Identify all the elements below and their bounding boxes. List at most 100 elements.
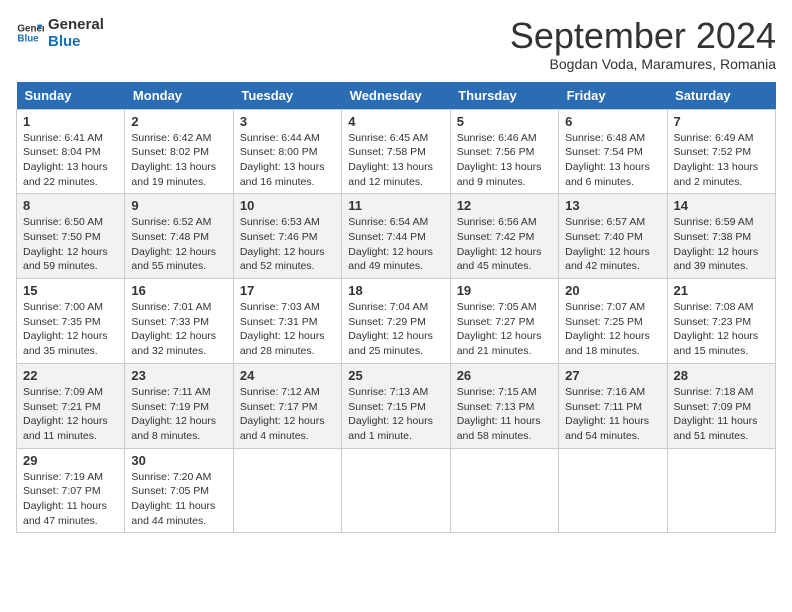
- weekday-sunday: Sunday: [17, 82, 125, 110]
- calendar-title: September 2024: [510, 16, 776, 56]
- day-number: 23: [131, 368, 226, 383]
- day-number: 25: [348, 368, 443, 383]
- day-cell: 7 Sunrise: 6:49 AM Sunset: 7:52 PM Daylig…: [667, 109, 775, 194]
- day-info: Sunrise: 7:03 AM Sunset: 7:31 PM Dayligh…: [240, 300, 335, 359]
- day-number: 28: [674, 368, 769, 383]
- day-cell: 29Sunrise: 7:19 AM Sunset: 7:07 PM Dayli…: [17, 448, 125, 533]
- day-number: 7: [674, 114, 769, 129]
- day-info: Sunrise: 6:56 AM Sunset: 7:42 PM Dayligh…: [457, 215, 552, 274]
- day-number: 22: [23, 368, 118, 383]
- day-number: 2: [131, 114, 226, 129]
- day-info: Sunrise: 7:05 AM Sunset: 7:27 PM Dayligh…: [457, 300, 552, 359]
- header: General Blue General Blue September 2024…: [16, 16, 776, 72]
- day-cell: 18 Sunrise: 7:04 AM Sunset: 7:29 PM Dayli…: [342, 279, 450, 364]
- day-cell: 21 Sunrise: 7:08 AM Sunset: 7:23 PM Dayli…: [667, 279, 775, 364]
- weekday-tuesday: Tuesday: [233, 82, 341, 110]
- day-cell: 28 Sunrise: 7:18 AM Sunset: 7:09 PM Dayli…: [667, 363, 775, 448]
- day-cell: 27 Sunrise: 7:16 AM Sunset: 7:11 PM Dayli…: [559, 363, 667, 448]
- day-cell: 3Sunrise: 6:44 AM Sunset: 8:00 PM Daylig…: [233, 109, 341, 194]
- day-cell: 26Sunrise: 7:15 AM Sunset: 7:13 PM Dayli…: [450, 363, 558, 448]
- day-cell: 5Sunrise: 6:46 AM Sunset: 7:56 PM Daylig…: [450, 109, 558, 194]
- day-info: Sunrise: 7:07 AM Sunset: 7:25 PM Dayligh…: [565, 300, 660, 359]
- day-info: Sunrise: 7:12 AM Sunset: 7:17 PM Dayligh…: [240, 385, 335, 444]
- calendar-table: SundayMondayTuesdayWednesdayThursdayFrid…: [16, 82, 776, 534]
- day-number: 21: [674, 283, 769, 298]
- day-info: Sunrise: 7:20 AM Sunset: 7:05 PM Dayligh…: [131, 470, 226, 529]
- calendar-subtitle: Bogdan Voda, Maramures, Romania: [510, 56, 776, 72]
- weekday-header-row: SundayMondayTuesdayWednesdayThursdayFrid…: [17, 82, 776, 110]
- day-cell: 19Sunrise: 7:05 AM Sunset: 7:27 PM Dayli…: [450, 279, 558, 364]
- day-number: 10: [240, 198, 335, 213]
- day-cell: [559, 448, 667, 533]
- weekday-monday: Monday: [125, 82, 233, 110]
- day-info: Sunrise: 6:53 AM Sunset: 7:46 PM Dayligh…: [240, 215, 335, 274]
- title-area: September 2024 Bogdan Voda, Maramures, R…: [510, 16, 776, 72]
- day-cell: 1 Sunrise: 6:41 AM Sunset: 8:04 PM Daylig…: [17, 109, 125, 194]
- logo-line1: General: [48, 16, 104, 33]
- day-cell: 23Sunrise: 7:11 AM Sunset: 7:19 PM Dayli…: [125, 363, 233, 448]
- day-cell: [342, 448, 450, 533]
- day-cell: 14 Sunrise: 6:59 AM Sunset: 7:38 PM Dayli…: [667, 194, 775, 279]
- day-number: 11: [348, 198, 443, 213]
- day-cell: 8Sunrise: 6:50 AM Sunset: 7:50 PM Daylig…: [17, 194, 125, 279]
- day-info: Sunrise: 6:48 AM Sunset: 7:54 PM Dayligh…: [565, 131, 660, 190]
- day-number: 17: [240, 283, 335, 298]
- day-number: 24: [240, 368, 335, 383]
- day-cell: [450, 448, 558, 533]
- day-info: Sunrise: 7:04 AM Sunset: 7:29 PM Dayligh…: [348, 300, 443, 359]
- day-number: 30: [131, 453, 226, 468]
- day-cell: 12 Sunrise: 6:56 AM Sunset: 7:42 PM Dayli…: [450, 194, 558, 279]
- day-number: 16: [131, 283, 226, 298]
- day-info: Sunrise: 7:15 AM Sunset: 7:13 PM Dayligh…: [457, 385, 552, 444]
- day-info: Sunrise: 6:54 AM Sunset: 7:44 PM Dayligh…: [348, 215, 443, 274]
- day-info: Sunrise: 6:46 AM Sunset: 7:56 PM Dayligh…: [457, 131, 552, 190]
- day-cell: 6Sunrise: 6:48 AM Sunset: 7:54 PM Daylig…: [559, 109, 667, 194]
- day-cell: 15Sunrise: 7:00 AM Sunset: 7:35 PM Dayli…: [17, 279, 125, 364]
- week-row-3: 15Sunrise: 7:00 AM Sunset: 7:35 PM Dayli…: [17, 279, 776, 364]
- weekday-thursday: Thursday: [450, 82, 558, 110]
- day-info: Sunrise: 6:42 AM Sunset: 8:02 PM Dayligh…: [131, 131, 226, 190]
- week-row-5: 29Sunrise: 7:19 AM Sunset: 7:07 PM Dayli…: [17, 448, 776, 533]
- logo-icon: General Blue: [16, 19, 44, 47]
- logo: General Blue General Blue: [16, 16, 104, 50]
- day-number: 14: [674, 198, 769, 213]
- day-info: Sunrise: 7:09 AM Sunset: 7:21 PM Dayligh…: [23, 385, 118, 444]
- day-cell: 9 Sunrise: 6:52 AM Sunset: 7:48 PM Daylig…: [125, 194, 233, 279]
- calendar-body: 1 Sunrise: 6:41 AM Sunset: 8:04 PM Daylig…: [17, 109, 776, 533]
- day-info: Sunrise: 7:01 AM Sunset: 7:33 PM Dayligh…: [131, 300, 226, 359]
- day-number: 27: [565, 368, 660, 383]
- day-info: Sunrise: 6:52 AM Sunset: 7:48 PM Dayligh…: [131, 215, 226, 274]
- weekday-saturday: Saturday: [667, 82, 775, 110]
- day-cell: 13 Sunrise: 6:57 AM Sunset: 7:40 PM Dayli…: [559, 194, 667, 279]
- logo-line2: Blue: [48, 33, 104, 50]
- day-info: Sunrise: 7:18 AM Sunset: 7:09 PM Dayligh…: [674, 385, 769, 444]
- day-info: Sunrise: 6:41 AM Sunset: 8:04 PM Dayligh…: [23, 131, 118, 190]
- day-info: Sunrise: 6:49 AM Sunset: 7:52 PM Dayligh…: [674, 131, 769, 190]
- day-cell: 24 Sunrise: 7:12 AM Sunset: 7:17 PM Dayli…: [233, 363, 341, 448]
- weekday-friday: Friday: [559, 82, 667, 110]
- day-cell: 4 Sunrise: 6:45 AM Sunset: 7:58 PM Daylig…: [342, 109, 450, 194]
- day-info: Sunrise: 7:00 AM Sunset: 7:35 PM Dayligh…: [23, 300, 118, 359]
- day-number: 20: [565, 283, 660, 298]
- day-info: Sunrise: 7:19 AM Sunset: 7:07 PM Dayligh…: [23, 470, 118, 529]
- day-info: Sunrise: 7:08 AM Sunset: 7:23 PM Dayligh…: [674, 300, 769, 359]
- day-cell: [667, 448, 775, 533]
- day-cell: 16 Sunrise: 7:01 AM Sunset: 7:33 PM Dayli…: [125, 279, 233, 364]
- week-row-2: 8Sunrise: 6:50 AM Sunset: 7:50 PM Daylig…: [17, 194, 776, 279]
- week-row-1: 1 Sunrise: 6:41 AM Sunset: 8:04 PM Daylig…: [17, 109, 776, 194]
- day-cell: 30 Sunrise: 7:20 AM Sunset: 7:05 PM Dayli…: [125, 448, 233, 533]
- day-number: 18: [348, 283, 443, 298]
- day-cell: 11 Sunrise: 6:54 AM Sunset: 7:44 PM Dayli…: [342, 194, 450, 279]
- day-number: 13: [565, 198, 660, 213]
- day-number: 9: [131, 198, 226, 213]
- day-info: Sunrise: 6:59 AM Sunset: 7:38 PM Dayligh…: [674, 215, 769, 274]
- day-number: 8: [23, 198, 118, 213]
- day-number: 12: [457, 198, 552, 213]
- weekday-wednesday: Wednesday: [342, 82, 450, 110]
- day-info: Sunrise: 6:45 AM Sunset: 7:58 PM Dayligh…: [348, 131, 443, 190]
- day-number: 1: [23, 114, 118, 129]
- day-info: Sunrise: 7:16 AM Sunset: 7:11 PM Dayligh…: [565, 385, 660, 444]
- day-info: Sunrise: 6:57 AM Sunset: 7:40 PM Dayligh…: [565, 215, 660, 274]
- day-number: 4: [348, 114, 443, 129]
- week-row-4: 22 Sunrise: 7:09 AM Sunset: 7:21 PM Dayli…: [17, 363, 776, 448]
